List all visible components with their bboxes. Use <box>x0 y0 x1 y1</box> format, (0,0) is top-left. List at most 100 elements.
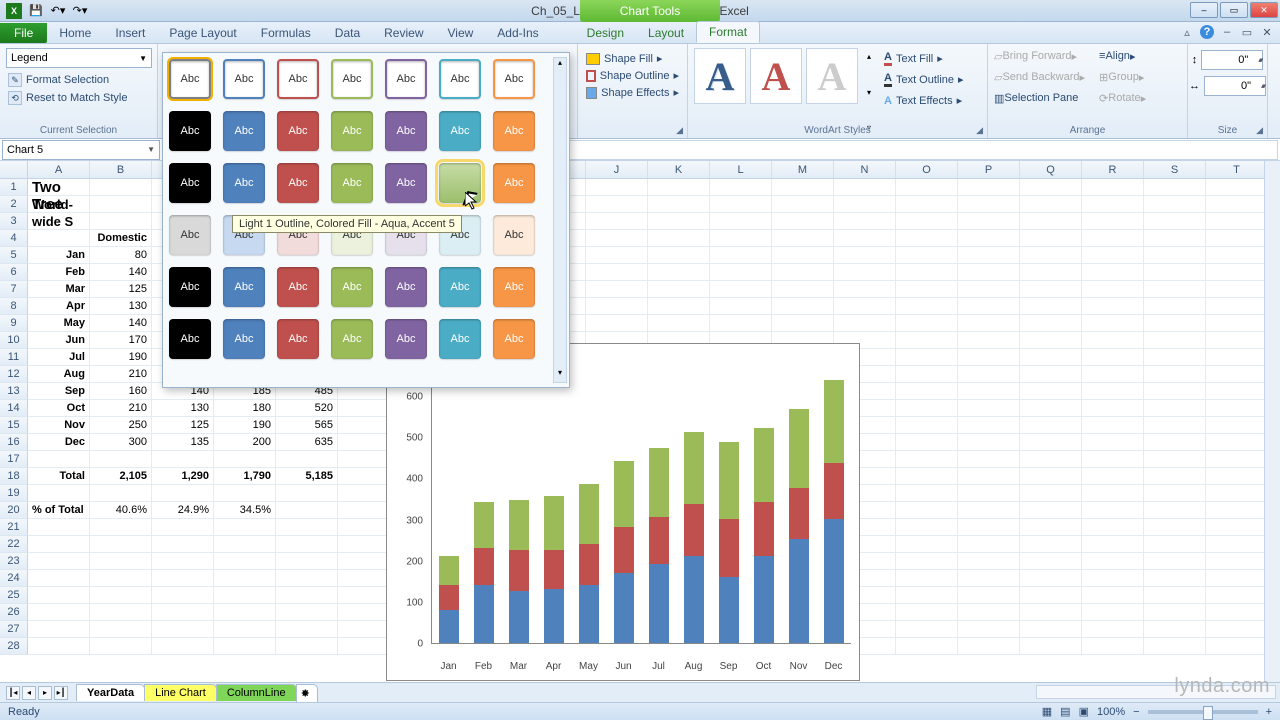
cell[interactable] <box>1020 298 1082 315</box>
bar-segment[interactable] <box>789 409 809 488</box>
cell[interactable] <box>1020 332 1082 349</box>
cell[interactable] <box>958 587 1020 604</box>
cell[interactable] <box>586 213 648 230</box>
cell[interactable] <box>958 434 1020 451</box>
cell[interactable] <box>1144 587 1206 604</box>
cell[interactable] <box>958 570 1020 587</box>
cell[interactable] <box>90 213 152 230</box>
cell[interactable] <box>896 502 958 519</box>
cell[interactable] <box>1144 468 1206 485</box>
bar-segment[interactable] <box>614 527 634 573</box>
cell[interactable] <box>1206 298 1268 315</box>
shape-style-swatch[interactable]: Abc <box>439 59 481 99</box>
cell[interactable] <box>958 536 1020 553</box>
cell[interactable] <box>958 502 1020 519</box>
cell[interactable] <box>1206 349 1268 366</box>
cell[interactable] <box>28 587 90 604</box>
cell[interactable] <box>958 417 1020 434</box>
cell[interactable] <box>958 604 1020 621</box>
shape-style-swatch[interactable]: Abc <box>331 59 373 99</box>
cell[interactable]: Total <box>28 468 90 485</box>
cell[interactable] <box>28 536 90 553</box>
cell[interactable] <box>958 196 1020 213</box>
cell[interactable] <box>214 553 276 570</box>
cell[interactable] <box>1082 366 1144 383</box>
row-header[interactable]: 8 <box>0 298 28 315</box>
cell[interactable]: Jul <box>28 349 90 366</box>
cell[interactable]: Feb <box>28 264 90 281</box>
bar-segment[interactable] <box>544 496 564 550</box>
shape-style-swatch[interactable]: Abc <box>385 163 427 203</box>
row-header[interactable]: 27 <box>0 621 28 638</box>
shape-style-swatch[interactable]: Abc <box>169 111 211 151</box>
cell[interactable] <box>1144 196 1206 213</box>
cell[interactable] <box>28 519 90 536</box>
wordart-sample[interactable]: A <box>806 48 858 104</box>
cell[interactable] <box>896 315 958 332</box>
cell[interactable] <box>1082 621 1144 638</box>
col-header[interactable]: K <box>648 161 710 178</box>
cell[interactable] <box>214 451 276 468</box>
shape-style-swatch[interactable]: Abc <box>331 319 373 359</box>
cell[interactable] <box>152 536 214 553</box>
col-header[interactable]: N <box>834 161 896 178</box>
cell[interactable] <box>1206 553 1268 570</box>
doc-minimize-icon[interactable]: – <box>1220 25 1234 39</box>
new-sheet-button[interactable]: ✸ <box>296 684 318 702</box>
chart-plot-area[interactable] <box>431 356 851 644</box>
gallery-up-icon[interactable]: ▴ <box>862 52 876 61</box>
cell[interactable] <box>896 570 958 587</box>
cell[interactable] <box>896 485 958 502</box>
zoom-slider[interactable] <box>1148 710 1258 714</box>
doc-restore-icon[interactable]: ▭ <box>1240 25 1254 39</box>
cell[interactable] <box>772 247 834 264</box>
row-header[interactable]: 6 <box>0 264 28 281</box>
cell[interactable]: Nov <box>28 417 90 434</box>
row-header[interactable]: 18 <box>0 468 28 485</box>
wordart-sample[interactable]: A <box>694 48 746 104</box>
cell[interactable] <box>648 247 710 264</box>
cell[interactable] <box>1206 196 1268 213</box>
row-header[interactable]: 10 <box>0 332 28 349</box>
tab-view[interactable]: View <box>436 23 486 43</box>
col-header[interactable]: J <box>586 161 648 178</box>
cell[interactable] <box>958 383 1020 400</box>
cell[interactable] <box>1144 502 1206 519</box>
bar-segment[interactable] <box>509 591 529 643</box>
cell[interactable] <box>834 247 896 264</box>
cell[interactable]: 34.5% <box>214 502 276 519</box>
cell[interactable] <box>28 451 90 468</box>
cell[interactable] <box>1082 502 1144 519</box>
shape-style-swatch[interactable] <box>439 163 481 203</box>
cell[interactable] <box>958 230 1020 247</box>
cell[interactable] <box>152 604 214 621</box>
cell[interactable] <box>1206 247 1268 264</box>
tab-format[interactable]: Format <box>696 21 760 43</box>
cell[interactable] <box>896 281 958 298</box>
cell[interactable] <box>586 179 648 196</box>
shape-style-swatch[interactable]: Abc <box>169 267 211 307</box>
cell[interactable] <box>1020 383 1082 400</box>
cell[interactable] <box>958 553 1020 570</box>
row-header[interactable]: 15 <box>0 417 28 434</box>
sheet-tab[interactable]: YearData <box>76 684 145 701</box>
view-normal-icon[interactable]: ▦ <box>1042 705 1052 718</box>
cell[interactable] <box>1206 434 1268 451</box>
shape-style-swatch[interactable]: Abc <box>439 267 481 307</box>
cell[interactable] <box>28 621 90 638</box>
stacked-bar[interactable] <box>649 448 669 643</box>
stacked-bar[interactable] <box>824 380 844 643</box>
cell[interactable] <box>958 281 1020 298</box>
cell[interactable]: Jan <box>28 247 90 264</box>
cell[interactable] <box>90 451 152 468</box>
cell[interactable] <box>1020 604 1082 621</box>
cell[interactable] <box>1144 247 1206 264</box>
cell[interactable] <box>1082 400 1144 417</box>
cell[interactable] <box>1206 621 1268 638</box>
row-header[interactable]: 25 <box>0 587 28 604</box>
cell[interactable] <box>1206 264 1268 281</box>
cell[interactable] <box>710 196 772 213</box>
cell[interactable] <box>1206 366 1268 383</box>
text-fill-button[interactable]: A Text Fill ▸ <box>884 50 964 67</box>
cell[interactable] <box>1144 264 1206 281</box>
